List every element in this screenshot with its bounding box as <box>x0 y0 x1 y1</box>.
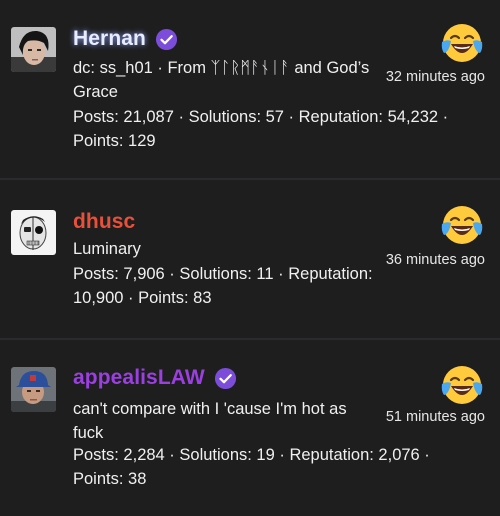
avatar[interactable] <box>11 27 56 72</box>
face-with-tears-of-joy-icon[interactable] <box>441 364 483 406</box>
post-card-appealislaw: appealisLAW can't compare with I 'cause … <box>0 340 500 516</box>
user-stats: Posts: 7,906 · Solutions: 11 · Reputatio… <box>73 265 373 307</box>
username-row: dhusc <box>73 207 135 237</box>
post-card-dhusc: dhusc Luminary Posts: 7,906 · Solutions:… <box>0 180 500 338</box>
user-title: can't compare with I 'cause I'm hot as f… <box>73 400 347 442</box>
post-card-hernan: Hernan dc: ss_h01 · From ᛉᛚᚱᛗᚨᚾᛁᚨ and Go… <box>0 0 500 168</box>
post-time[interactable]: 32 minutes ago <box>386 69 485 85</box>
verified-badge-icon <box>155 28 177 50</box>
user-title: dc: ss_h01 · From ᛉᛚᚱᛗᚨᚾᛁᚨ and God’s Gra… <box>73 59 370 101</box>
avatar-image-hernan <box>11 27 56 72</box>
avatar-image-appealislaw <box>11 367 56 412</box>
verified-badge-icon <box>214 367 236 389</box>
avatar[interactable] <box>11 367 56 412</box>
face-with-tears-of-joy-icon[interactable] <box>441 22 483 64</box>
username-link[interactable]: dhusc <box>73 210 135 234</box>
username-row: appealisLAW <box>73 363 237 393</box>
user-stats: Posts: 2,284 · Solutions: 19 · Reputatio… <box>73 446 430 488</box>
username-link[interactable]: appealisLAW <box>73 366 205 390</box>
post-time[interactable]: 51 minutes ago <box>386 409 485 425</box>
avatar[interactable] <box>11 210 56 255</box>
avatar-image-dhusc <box>11 210 56 255</box>
post-time[interactable]: 36 minutes ago <box>386 252 485 268</box>
face-with-tears-of-joy-icon[interactable] <box>441 204 483 246</box>
username-link[interactable]: Hernan <box>73 27 146 51</box>
user-stats: Posts: 21,087 · Solutions: 57 · Reputati… <box>73 108 449 150</box>
username-row: Hernan <box>73 24 178 54</box>
user-title: Luminary <box>73 240 141 258</box>
